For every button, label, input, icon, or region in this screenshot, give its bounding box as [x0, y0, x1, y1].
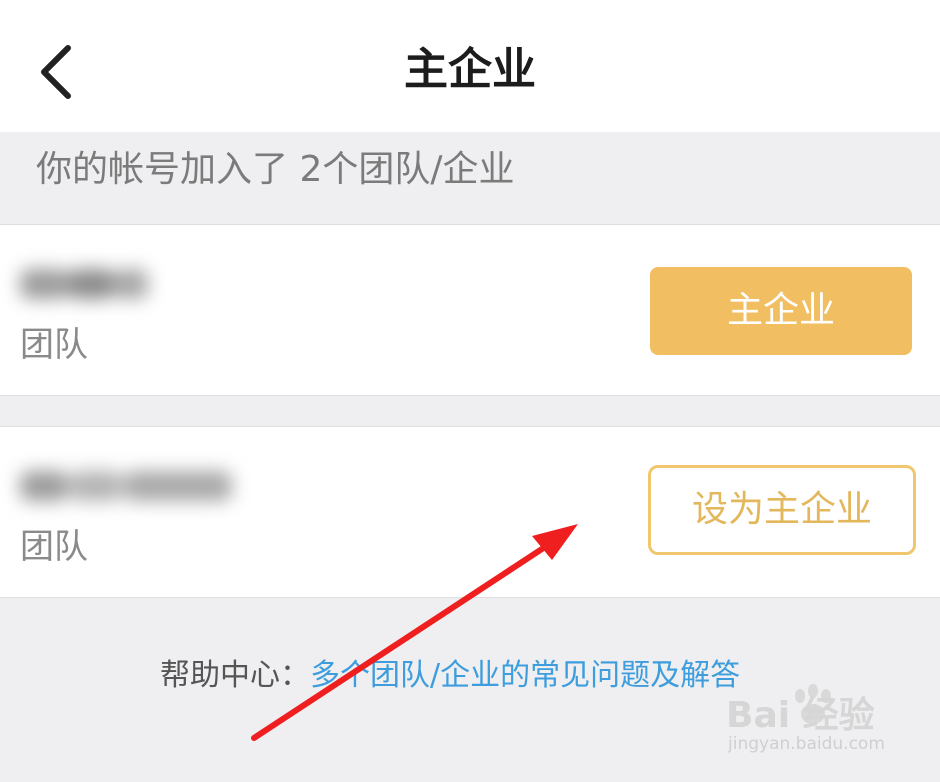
page-title: 主企业	[404, 44, 536, 95]
primary-org-button[interactable]: 主企业	[650, 267, 912, 355]
set-primary-org-button[interactable]: 设为主企业	[648, 465, 916, 555]
help-center-line: 帮助中心：多个团队/企业的常见问题及解答	[160, 652, 740, 700]
baidu-jingyan-watermark: Bai 经验 jingyan.baidu.com	[726, 684, 906, 766]
organization-card: 团队 主企业	[0, 224, 940, 396]
help-center-label: 帮助中心：	[160, 658, 310, 693]
blurred-org-name	[20, 461, 234, 511]
watermark-logo: Bai 经验	[726, 695, 875, 736]
faq-link[interactable]: 多个团队/企业的常见问题及解答	[310, 658, 740, 693]
organization-card: 团队 设为主企业	[0, 426, 940, 598]
nav-header: 主企业	[0, 0, 940, 132]
teams-count-text: 你的帐号加入了 2个团队/企业	[36, 149, 515, 190]
screen: 主企业 你的帐号加入了 2个团队/企业 团队 主企业 团队 设为主企业 帮助中心…	[0, 0, 940, 782]
blurred-org-name	[20, 259, 150, 309]
org-type-label: 团队	[20, 527, 88, 567]
org-type-label: 团队	[20, 325, 88, 365]
watermark-url: jingyan.baidu.com	[728, 734, 885, 754]
